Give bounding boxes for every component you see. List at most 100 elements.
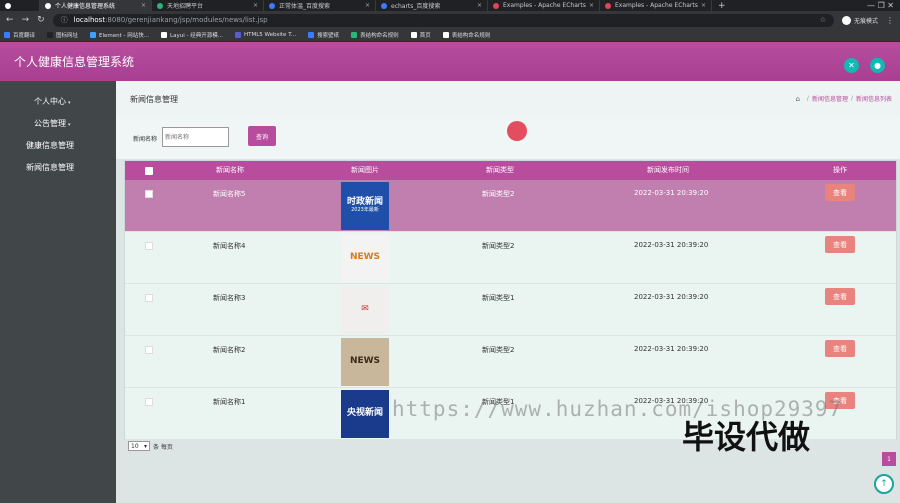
- back-icon[interactable]: ←: [6, 15, 14, 25]
- row-checkbox[interactable]: [145, 242, 153, 250]
- bookmark-label: Layui - 经典开源模...: [170, 33, 223, 39]
- tab-label: Examples - Apache ECharts: [615, 2, 698, 9]
- bookmark-item[interactable]: Element - 网站快...: [90, 31, 149, 39]
- tab-favicon-icon: [605, 2, 611, 9]
- row-checkbox[interactable]: [145, 398, 153, 406]
- title-bar: 新闻信息管理 ⌂ / 新闻信息管理 / 新闻信息列表: [116, 81, 900, 117]
- scroll-to-top-icon[interactable]: ↑: [874, 474, 894, 494]
- view-button[interactable]: 查看: [825, 340, 855, 357]
- row-checkbox[interactable]: [145, 294, 153, 302]
- tab-favicon-icon: [269, 2, 275, 9]
- close-tab-icon[interactable]: ×: [141, 2, 146, 9]
- incognito-profile[interactable]: 无痕模式: [841, 15, 878, 25]
- view-button[interactable]: 查看: [825, 288, 855, 305]
- sidebar-item-notice[interactable]: 公告管理 ▾: [0, 113, 116, 135]
- table-row[interactable]: 新闻名称2 NEWS 新闻类型2 2022-03-31 20:39:20 查看: [125, 336, 896, 388]
- forward-icon[interactable]: →: [22, 15, 30, 25]
- reload-icon[interactable]: ↻: [37, 15, 45, 25]
- browser-tab[interactable]: echarts_百度搜索 ×: [376, 0, 488, 11]
- cell-news-type: 新闻类型2: [482, 242, 515, 250]
- search-button[interactable]: 查询: [248, 126, 276, 146]
- close-tab-icon[interactable]: ×: [701, 2, 706, 9]
- bookmark-item[interactable]: 表结构命名规则: [442, 31, 490, 39]
- select-all-checkbox[interactable]: [145, 167, 153, 175]
- window-controls-icon[interactable]: — ❐ ✕: [861, 1, 900, 10]
- close-tab-icon[interactable]: ×: [477, 2, 482, 9]
- header-actions: 操作: [833, 166, 847, 174]
- bookmark-item[interactable]: 搜索壁纸: [308, 31, 339, 39]
- bookmark-favicon-icon: [90, 32, 97, 38]
- sidebar-item-personal-center[interactable]: 个人中心 ▾: [0, 91, 116, 113]
- close-tab-icon[interactable]: ×: [589, 2, 594, 9]
- view-button[interactable]: 查看: [825, 236, 855, 253]
- app-title: 个人健康信息管理系统: [14, 55, 135, 69]
- browser-tab[interactable]: 个人健康信息管理系统 ×: [40, 0, 152, 11]
- close-tab-icon[interactable]: ×: [365, 2, 370, 9]
- mouse-cursor-indicator: [507, 121, 527, 141]
- news-thumbnail[interactable]: NEWS: [341, 234, 389, 282]
- view-button[interactable]: 查看: [825, 184, 855, 201]
- url-field[interactable]: ⓘ localhost :8080/gerenjiankang/jsp/modu…: [52, 13, 834, 27]
- bookmark-favicon-icon: [47, 32, 54, 38]
- cell-publish-time: 2022-03-31 20:39:20: [634, 241, 709, 249]
- news-thumbnail[interactable]: NEWS: [341, 338, 389, 386]
- site-info-icon[interactable]: ⓘ: [61, 15, 68, 25]
- row-checkbox[interactable]: [145, 346, 153, 354]
- browser-tab[interactable]: 天地招聘平台 ×: [152, 0, 264, 11]
- pagination-size: 10 ▾ 条 每页: [128, 441, 173, 451]
- cell-news-name: 新闻名称4: [213, 242, 246, 250]
- page-size-select[interactable]: 10 ▾: [128, 441, 150, 451]
- browser-menu-icon[interactable]: ⋮: [886, 16, 894, 25]
- bookmark-label: 首页: [419, 33, 431, 39]
- header-news-name: 新闻名称: [216, 166, 244, 174]
- bookmark-item[interactable]: 百度翻译: [4, 31, 35, 39]
- sidebar-item-news[interactable]: 新闻信息管理: [0, 157, 116, 179]
- thumbnail-content: ✉: [361, 304, 369, 315]
- tab-label: echarts_百度搜索: [391, 3, 441, 10]
- chevron-down-icon: ▾: [143, 442, 147, 450]
- bookmark-item[interactable]: Layui - 经典开源模...: [161, 31, 223, 39]
- bookmark-item[interactable]: 首页: [410, 31, 431, 39]
- tab-label: 天地招聘平台: [167, 3, 204, 10]
- thumbnail-content: NEWS: [350, 356, 380, 367]
- bookmark-item[interactable]: HTML5 Website T...: [234, 32, 296, 38]
- close-tab-icon[interactable]: ×: [253, 2, 258, 9]
- browser-tab[interactable]: Examples - Apache ECharts ×: [488, 0, 600, 11]
- table-row[interactable]: 新闻名称3 ✉ 新闻类型1 2022-03-31 20:39:20 查看: [125, 284, 896, 336]
- bookmark-star-icon[interactable]: ☆: [820, 16, 826, 24]
- browser-tab[interactable]: 正常体温_百度搜索 ×: [264, 0, 376, 11]
- user-icon[interactable]: ●: [870, 58, 885, 73]
- bookmark-item[interactable]: 表结构命名规则: [351, 31, 399, 39]
- bookmark-favicon-icon: [308, 32, 315, 38]
- browser-tab[interactable]: [0, 0, 40, 11]
- table-row[interactable]: 新闻名称5 时政新闻 2023年最新 新闻类型2 2022-03-31 20:39:20…: [125, 180, 896, 232]
- browser-address-bar: ← → ↻ ⓘ localhost :8080/gerenjiankang/js…: [0, 11, 900, 29]
- cell-news-type: 新闻类型1: [482, 294, 515, 302]
- tab-favicon-icon: [157, 2, 163, 9]
- breadcrumb: ⌂ / 新闻信息管理 / 新闻信息列表: [795, 94, 892, 104]
- row-checkbox[interactable]: [145, 190, 153, 198]
- table-row[interactable]: 新闻名称4 NEWS 新闻类型2 2022-03-31 20:39:20 查看: [125, 232, 896, 284]
- new-tab-icon[interactable]: +: [712, 1, 732, 11]
- browser-tab[interactable]: Examples - Apache ECharts ×: [600, 0, 712, 11]
- tab-favicon-icon: [493, 2, 499, 9]
- page-number-button[interactable]: 1: [882, 452, 896, 466]
- breadcrumb-item[interactable]: 新闻信息管理: [812, 94, 848, 103]
- news-thumbnail[interactable]: 时政新闻 2023年最新: [341, 182, 389, 230]
- bookmark-label: 搜索壁纸: [317, 33, 340, 39]
- news-thumbnail[interactable]: ✉: [341, 286, 389, 334]
- news-thumbnail[interactable]: 央视新闻: [341, 390, 389, 438]
- sidebar-item-health[interactable]: 健康信息管理: [0, 135, 116, 157]
- tab-favicon-icon: [381, 2, 387, 9]
- fullscreen-icon[interactable]: ✕: [844, 58, 859, 73]
- search-input[interactable]: [162, 127, 229, 147]
- cell-news-name: 新闻名称2: [213, 346, 246, 354]
- bookmark-label: 百度翻译: [13, 33, 36, 39]
- bookmark-favicon-icon: [442, 32, 449, 38]
- sidebar-item-label: 新闻信息管理: [26, 163, 74, 172]
- bookmark-label: 图标网址: [56, 33, 79, 39]
- bookmarks-bar: 百度翻译 图标网址 Element - 网站快... Layui - 经典开源模...…: [0, 29, 900, 42]
- thumbnail-title: 央视新闻: [346, 408, 383, 419]
- bookmark-item[interactable]: 图标网址: [47, 31, 78, 39]
- home-icon[interactable]: ⌂: [795, 95, 799, 103]
